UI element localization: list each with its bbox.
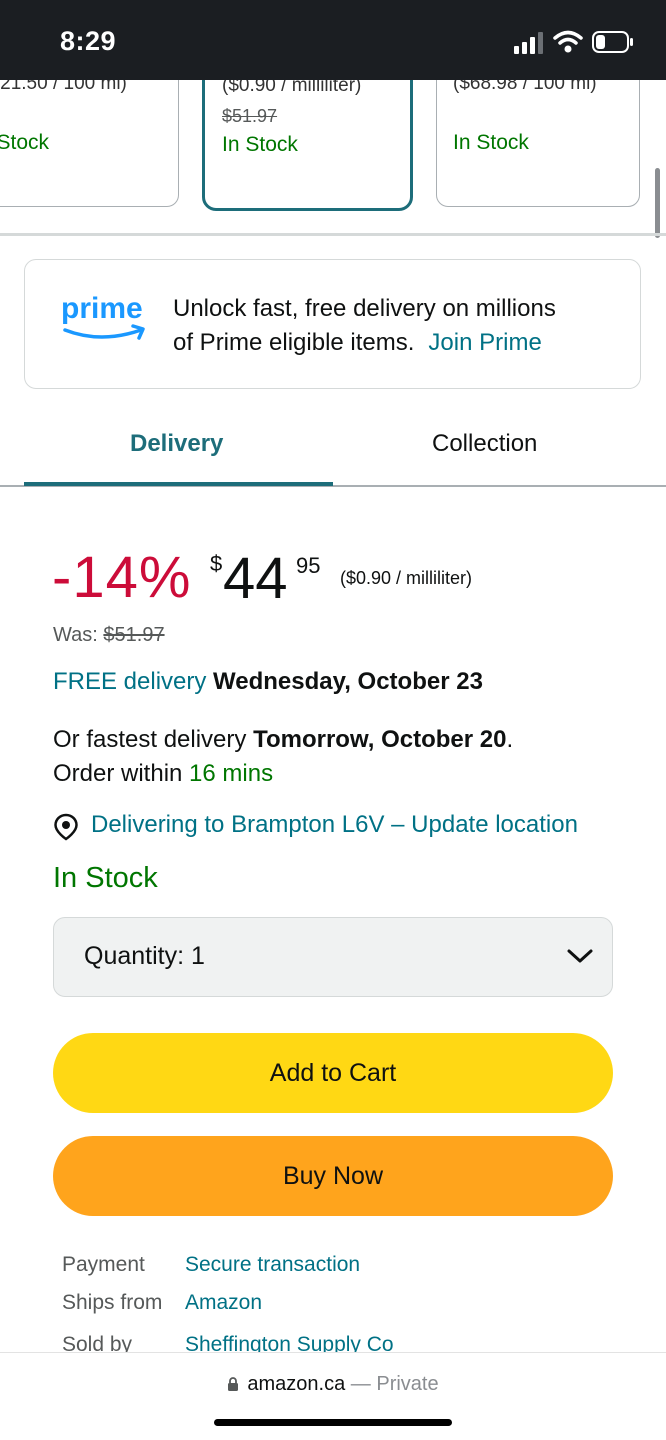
quantity-value: 1 [191,942,205,970]
join-prime-link[interactable]: Join Prime [428,329,541,356]
buy-now-button[interactable]: Buy Now [53,1136,613,1216]
variant-card-1[interactable]: $821.50 / 100 ml) n Stock [0,60,179,207]
tab-delivery[interactable]: Delivery [130,430,223,458]
fastest-prefix: Or fastest delivery [53,726,247,753]
discount-percentage: -14% [52,545,192,610]
free-delivery-date: Wednesday, October 23 [213,668,483,695]
chevron-down-icon [567,949,593,963]
url-domain: amazon.ca [247,1373,346,1395]
private-mode-label: Private [376,1373,439,1395]
battery-icon [592,31,633,53]
wifi-icon [553,30,583,53]
fastest-suffix: . [506,726,514,753]
add-to-cart-button[interactable]: Add to Cart [53,1033,613,1113]
prime-logo: prime [61,292,145,340]
variant-stock: n Stock [0,131,50,154]
lock-icon [228,1377,239,1391]
scroll-indicator[interactable] [655,168,660,238]
ships-from-label: Ships from [62,1291,163,1314]
url-separator: — [350,1373,371,1395]
home-indicator[interactable] [214,1419,452,1426]
prime-message-line2: of Prime eligible items. [173,329,415,356]
order-within-prefix: Order within [53,760,183,787]
payment-value[interactable]: Secure transaction [185,1253,360,1277]
tab-collection[interactable]: Collection [432,430,537,458]
delivery-location-link[interactable]: Delivering to Brampton L6V – Update loca… [91,811,578,839]
prime-message-line1: Unlock fast, free delivery on millions [173,295,556,322]
order-within-time: 16 mins [189,760,274,787]
signal-icon [514,32,543,54]
tab-active-indicator [24,482,333,486]
variant-stock: In Stock [222,133,298,156]
price-whole: 44 [223,546,288,611]
was-label: Was: [53,624,98,646]
prime-message: Unlock fast, free delivery on millions o… [173,292,613,360]
location-pin-icon [54,813,78,841]
quantity-label-text: Quantity: [84,942,185,970]
fastest-date: Tomorrow, October 20 [253,726,507,753]
prime-banner[interactable]: prime Unlock fast, free delivery on mill… [24,259,641,389]
quantity-label: Quantity: 1 [84,942,205,971]
unit-price: ($0.90 / milliliter) [340,568,473,588]
free-delivery-line: FREE delivery Wednesday, October 23 [53,668,483,696]
price-currency: $ [210,551,223,576]
stock-status: In Stock [53,862,158,894]
fastest-delivery: Or fastest delivery Tomorrow, October 20… [53,723,623,791]
section-divider [0,233,666,236]
status-time: 8:29 [60,26,117,56]
url-bar[interactable]: amazon.ca — Private [0,1373,666,1396]
was-price-line: Was: $51.97 [53,624,165,647]
status-bar: 8:29 [0,0,666,80]
variant-card-2-selected[interactable]: ($0.90 / milliliter) $51.97 In Stock [202,60,413,211]
variant-was-price: $51.97 [222,106,278,126]
quantity-select[interactable]: Quantity: 1 [53,917,613,997]
payment-label: Payment [62,1253,145,1276]
was-price: $51.97 [103,624,165,646]
ships-from-value[interactable]: Amazon [185,1291,262,1315]
free-delivery-link[interactable]: FREE delivery [53,668,206,695]
variant-card-3[interactable]: ($68.98 / 100 ml) In Stock [436,60,640,207]
browser-bar: amazon.ca — Private [0,1352,666,1440]
prime-logo-text: prime [61,292,143,325]
variant-stock: In Stock [453,131,529,154]
price-fraction: 95 [296,553,321,578]
